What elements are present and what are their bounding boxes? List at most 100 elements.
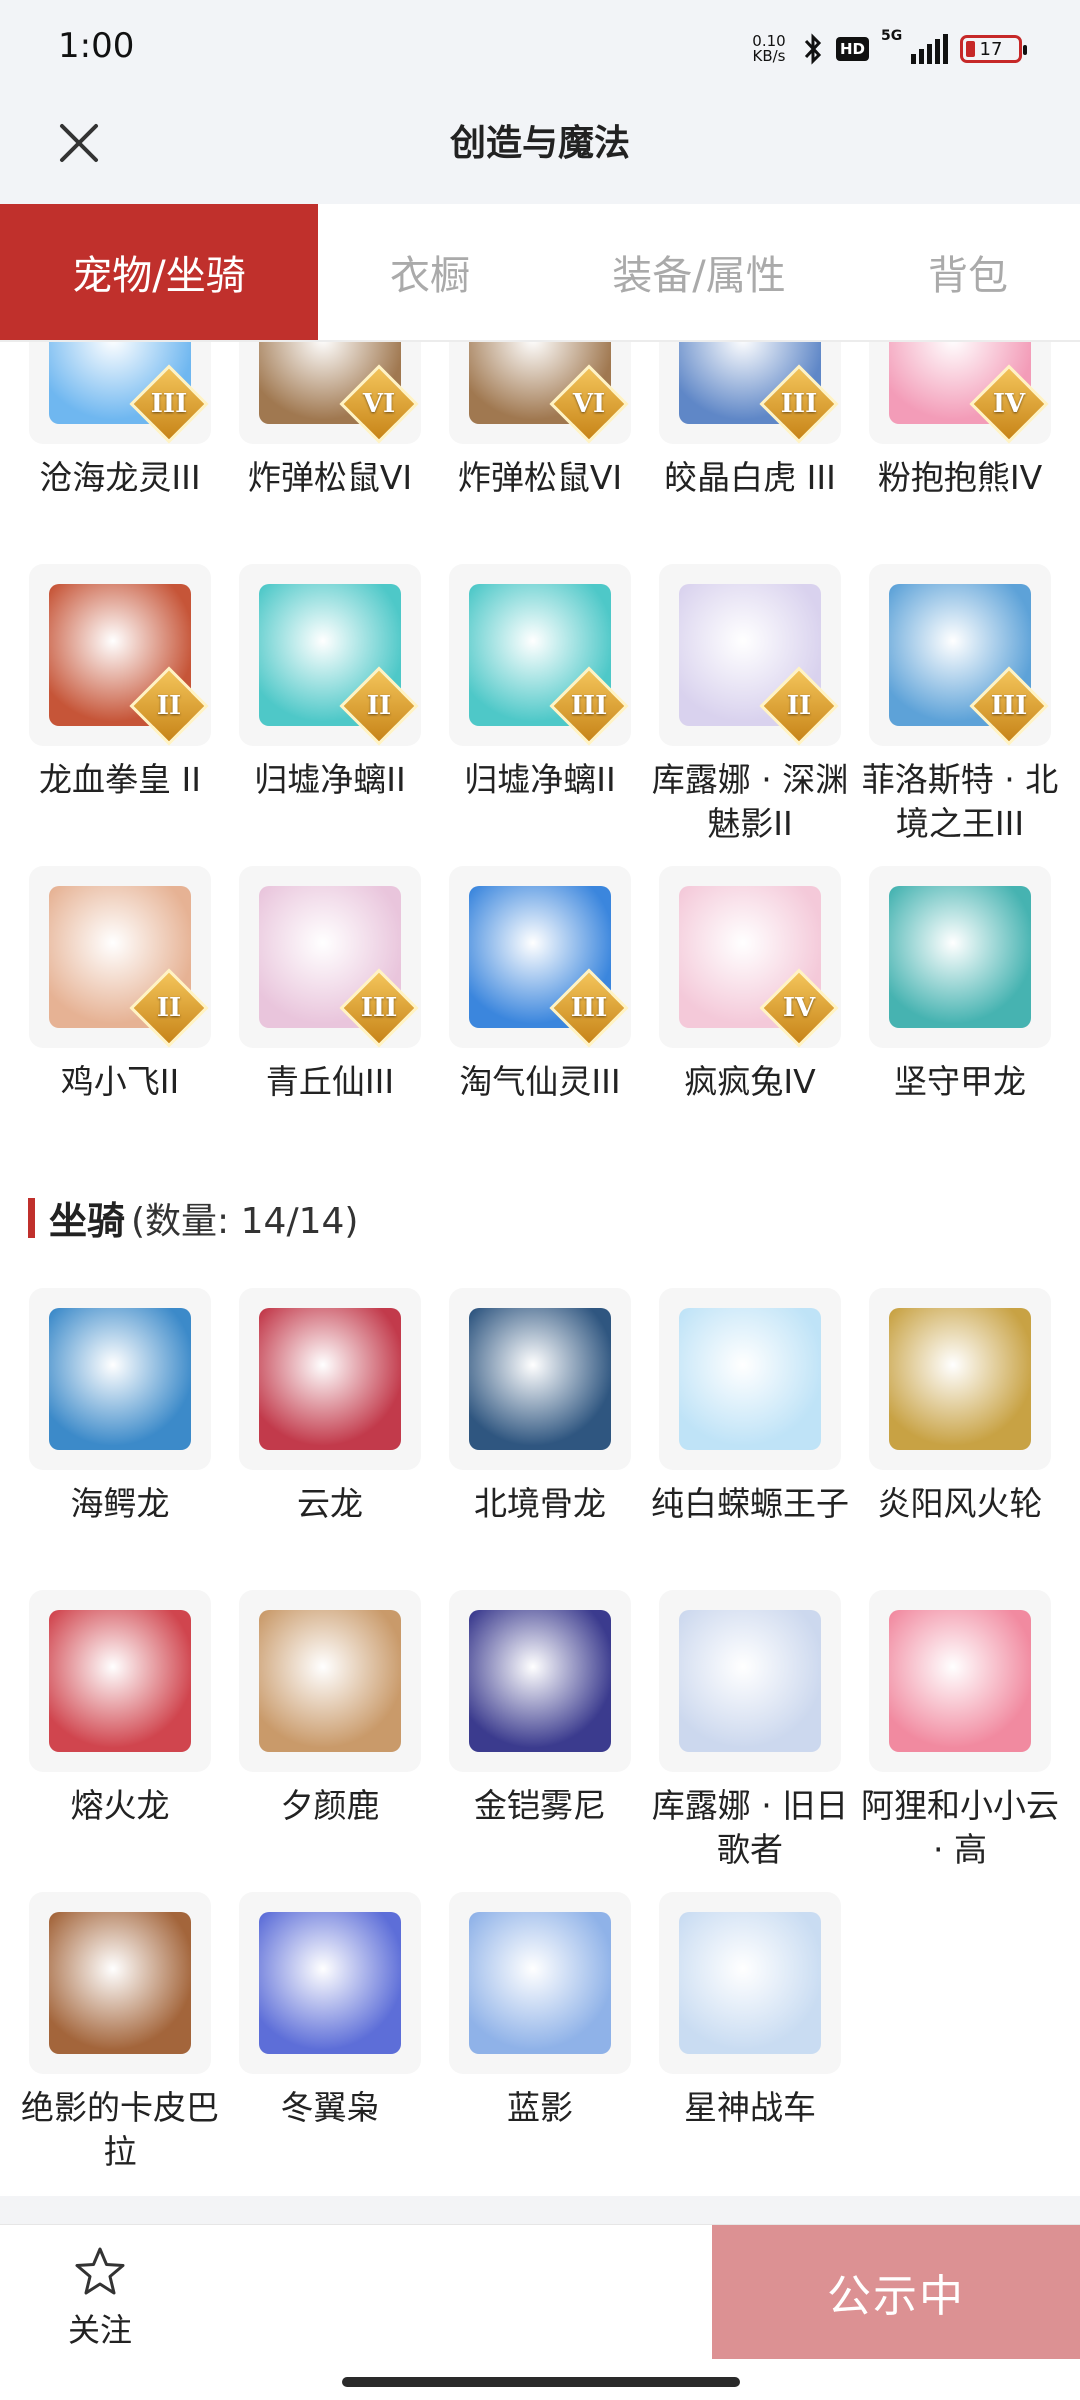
mounts-grid: 海鳄龙 云龙 北境骨龙 纯白蝾螈王子 炎阳风火轮熔火龙 夕颜鹿 金铠雾尼 库露娜 · 旧日歌者… bbox=[21, 1288, 1059, 2194]
pet-item[interactable]: II 归墟净螭II bbox=[239, 564, 421, 866]
capybara-icon bbox=[49, 1912, 191, 2054]
pet-item[interactable]: III 青丘仙III bbox=[239, 866, 421, 1168]
pet-thumbnail: VI bbox=[449, 342, 631, 444]
pet-item[interactable]: II 鸡小飞II bbox=[29, 866, 211, 1168]
axolotl-icon bbox=[679, 1308, 821, 1450]
mount-item[interactable]: 蓝影 bbox=[449, 1892, 631, 2194]
pet-item[interactable]: IV 疯疯兔IV bbox=[659, 866, 841, 1168]
mount-item[interactable]: 夕颜鹿 bbox=[239, 1590, 421, 1892]
rank-badge-label: III bbox=[780, 389, 818, 419]
pet-item[interactable]: III 皎晶白虎 III bbox=[659, 342, 841, 564]
mount-item[interactable]: 阿狸和小小云 · 高 bbox=[861, 1590, 1059, 1892]
lava-dragon-icon bbox=[49, 1610, 191, 1752]
tab-equipment-attributes[interactable]: 装备/属性 bbox=[542, 204, 856, 340]
pet-item[interactable]: IV 粉抱抱熊IV bbox=[869, 342, 1051, 564]
network-type: 5G bbox=[881, 28, 903, 44]
singer-icon bbox=[679, 1610, 821, 1752]
mount-item[interactable]: 纯白蝾螈王子 bbox=[651, 1288, 849, 1590]
white-tiger-icon bbox=[469, 1912, 611, 2054]
tab-pets-mounts[interactable]: 宠物/坐骑 bbox=[0, 204, 318, 340]
pet-item[interactable]: III 淘气仙灵III bbox=[449, 866, 631, 1168]
pet-name: 炸弹松鼠VI bbox=[457, 458, 623, 497]
mount-name: 金铠雾尼 bbox=[474, 1786, 606, 1825]
wheel-icon bbox=[889, 1308, 1031, 1450]
mount-item[interactable]: 星神战车 bbox=[659, 1892, 841, 2194]
unicorn-icon bbox=[679, 1912, 821, 2054]
mount-item[interactable]: 冬翼枭 bbox=[239, 1892, 421, 2194]
mount-thumbnail bbox=[29, 1892, 211, 2074]
mount-thumbnail bbox=[659, 1892, 841, 2074]
mount-thumbnail bbox=[659, 1288, 841, 1470]
home-indicator[interactable] bbox=[342, 2377, 740, 2387]
pet-name: 归墟净螭II bbox=[464, 760, 616, 799]
mount-name: 库露娜 · 旧日歌者 bbox=[651, 1786, 849, 1869]
mount-name: 星神战车 bbox=[684, 2088, 816, 2127]
mount-name: 蓝影 bbox=[507, 2088, 573, 2127]
cloud-dragon-icon bbox=[259, 1308, 401, 1450]
public-notice-button[interactable]: 公示中 bbox=[712, 2225, 1080, 2359]
pet-thumbnail: III bbox=[239, 866, 421, 1048]
pet-name: 归墟净螭II bbox=[254, 760, 406, 799]
pet-thumbnail: II bbox=[239, 564, 421, 746]
pet-name: 青丘仙III bbox=[265, 1062, 395, 1101]
rank-badge-label: III bbox=[570, 993, 608, 1023]
mount-item[interactable]: 绝影的卡皮巴拉 bbox=[21, 1892, 219, 2194]
pet-item[interactable]: II 库露娜 · 深渊魅影II bbox=[652, 564, 848, 866]
tab-backpack[interactable]: 背包 bbox=[856, 204, 1080, 340]
mounts-section-title: 坐骑 bbox=[49, 1199, 126, 1243]
pet-thumbnail: II bbox=[659, 564, 841, 746]
mount-name: 夕颜鹿 bbox=[280, 1786, 380, 1825]
pet-thumbnail bbox=[869, 866, 1051, 1048]
mount-item[interactable]: 炎阳风火轮 bbox=[869, 1288, 1051, 1590]
pet-item[interactable]: 坚守甲龙 bbox=[869, 866, 1051, 1168]
owl-icon bbox=[259, 1912, 401, 2054]
pet-thumbnail: III bbox=[449, 564, 631, 746]
mount-thumbnail bbox=[659, 1590, 841, 1772]
section-accent-bar bbox=[28, 1197, 35, 1238]
mount-item[interactable]: 云龙 bbox=[239, 1288, 421, 1590]
content-scroll-area[interactable]: III 沧海龙灵III VI 炸弹松鼠VI VI 炸弹松鼠VI III 皎晶白虎 III IV 粉… bbox=[0, 342, 1080, 2202]
pet-item[interactable]: VI 炸弹松鼠VI bbox=[239, 342, 421, 564]
pet-item[interactable]: III 沧海龙灵III bbox=[29, 342, 211, 564]
armored-beast-icon bbox=[469, 1610, 611, 1752]
mount-thumbnail bbox=[29, 1288, 211, 1470]
mount-thumbnail bbox=[239, 1590, 421, 1772]
battery-level-text: 17 bbox=[979, 38, 1003, 60]
pet-name: 龙血拳皇 II bbox=[39, 760, 201, 799]
mount-name: 阿狸和小小云 · 高 bbox=[861, 1786, 1059, 1869]
rank-badge-label: IV bbox=[782, 993, 816, 1023]
fox-cloud-icon bbox=[889, 1610, 1031, 1752]
pet-thumbnail: II bbox=[29, 866, 211, 1048]
bluetooth-icon bbox=[804, 33, 822, 65]
mount-thumbnail bbox=[449, 1892, 631, 2074]
pet-thumbnail: III bbox=[449, 866, 631, 1048]
pet-thumbnail: IV bbox=[869, 342, 1051, 444]
header: 创造与魔法 bbox=[0, 96, 1080, 204]
network-speed-unit: KB/s bbox=[752, 47, 786, 65]
pet-item[interactable]: III 菲洛斯特 · 北境之王III bbox=[862, 564, 1058, 866]
mount-thumbnail bbox=[869, 1288, 1051, 1470]
mount-item[interactable]: 库露娜 · 旧日歌者 bbox=[652, 1590, 848, 1892]
pet-name: 炸弹松鼠VI bbox=[247, 458, 413, 497]
mount-name: 海鳄龙 bbox=[70, 1484, 170, 1523]
tab-wardrobe[interactable]: 衣橱 bbox=[318, 204, 542, 340]
pet-item[interactable]: VI 炸弹松鼠VI bbox=[449, 342, 631, 564]
follow-button[interactable]: 关注 bbox=[50, 2245, 150, 2355]
rank-badge-label: II bbox=[366, 691, 392, 721]
status-bar: 1:00 0.10 KB/s HD 5G 17 bbox=[0, 0, 1080, 96]
mount-item[interactable]: 金铠雾尼 bbox=[449, 1590, 631, 1892]
sea-dragon-icon bbox=[49, 1308, 191, 1450]
mount-item[interactable]: 熔火龙 bbox=[29, 1590, 211, 1892]
mounts-section-count: (数量: 14/14) bbox=[131, 1200, 359, 1242]
page-title: 创造与魔法 bbox=[449, 123, 630, 164]
mount-thumbnail bbox=[449, 1288, 631, 1470]
mount-item[interactable]: 海鳄龙 bbox=[29, 1288, 211, 1590]
pet-item[interactable]: II 龙血拳皇 II bbox=[29, 564, 211, 866]
rank-badge-label: IV bbox=[992, 389, 1026, 419]
pet-thumbnail: III bbox=[29, 342, 211, 444]
mount-item[interactable]: 北境骨龙 bbox=[449, 1288, 631, 1590]
pet-name: 疯疯兔IV bbox=[684, 1062, 816, 1101]
rank-badge-label: III bbox=[990, 691, 1028, 721]
pet-item[interactable]: III 归墟净螭II bbox=[449, 564, 631, 866]
pet-thumbnail: III bbox=[869, 564, 1051, 746]
